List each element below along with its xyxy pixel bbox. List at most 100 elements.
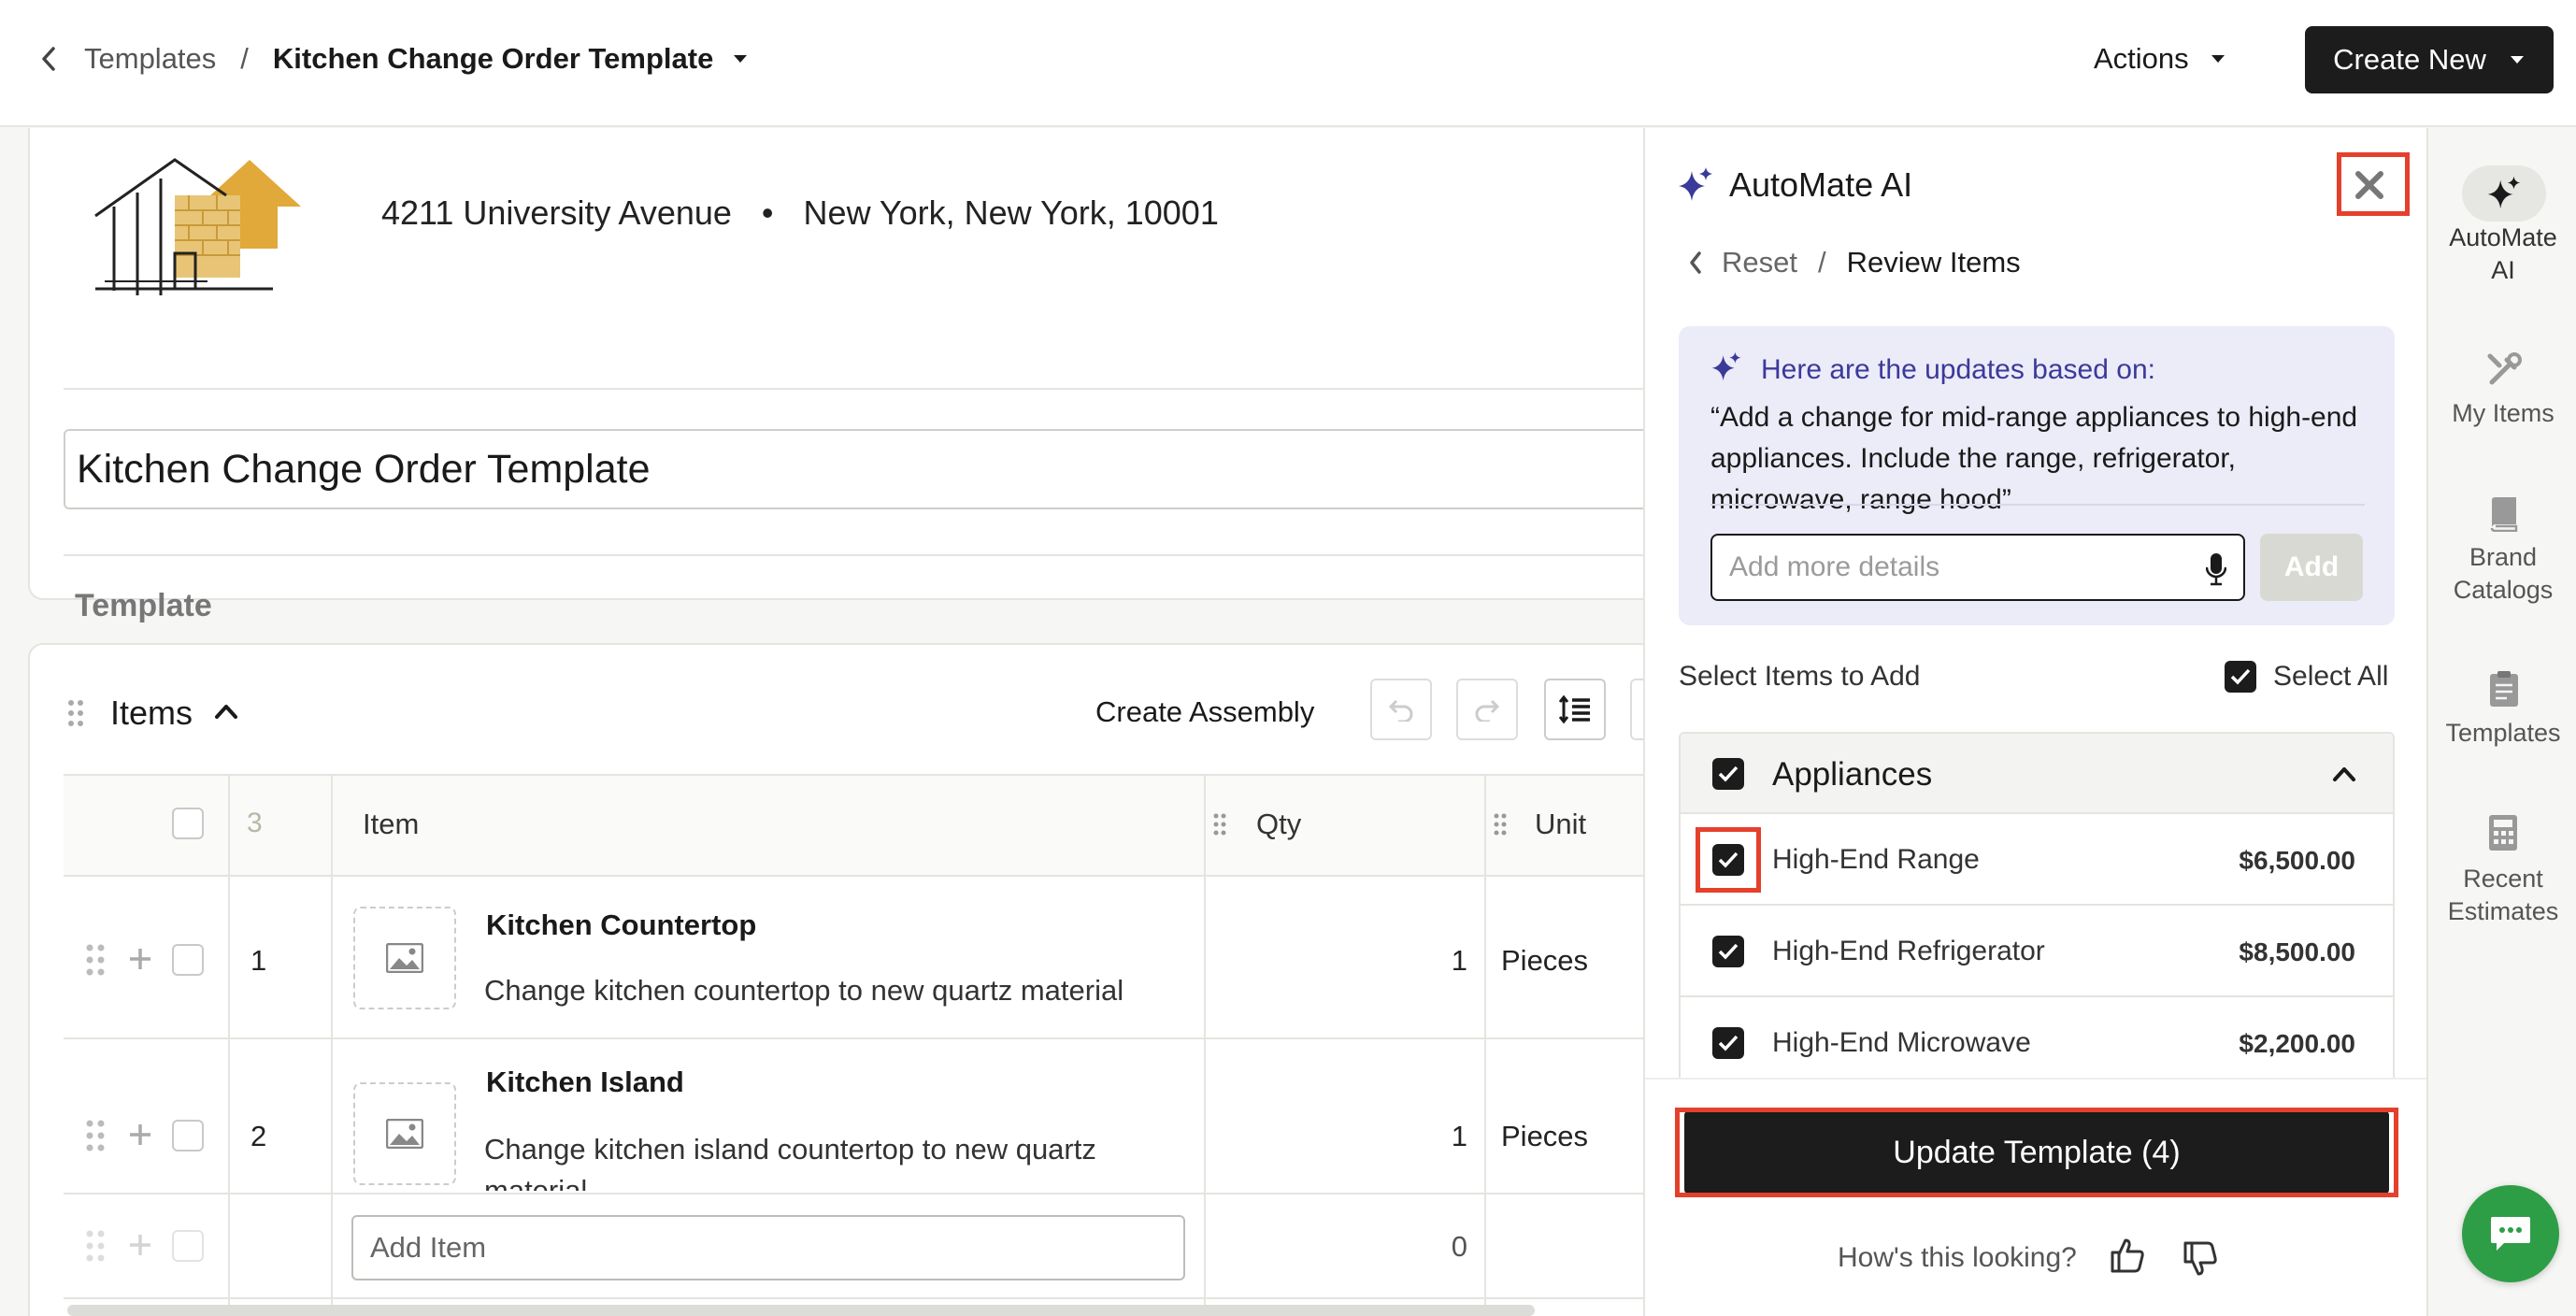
back-chevron-icon[interactable] [1688,250,1703,275]
chat-support-button[interactable] [2462,1185,2559,1282]
add-row-icon[interactable] [127,946,153,972]
column-drag-handle-icon[interactable] [1213,813,1226,836]
row-checkbox [172,1230,204,1262]
drag-handle-icon[interactable] [67,699,84,727]
select-all-rows-checkbox[interactable] [172,808,204,839]
item-name[interactable]: Kitchen Island [486,1066,684,1099]
add-details-placeholder: Add more details [1729,551,1940,582]
thumbs-up-icon[interactable] [2109,1237,2146,1274]
redo-button[interactable] [1456,679,1518,740]
thumbs-down-icon[interactable] [2182,1240,2219,1278]
select-all-label[interactable]: Select All [2273,661,2388,693]
add-item-input[interactable]: Add Item [351,1215,1185,1280]
item-unit[interactable]: Pieces [1501,1120,1588,1153]
row-divider [64,1297,1645,1299]
image-icon [386,943,423,973]
row-drag-handle-icon[interactable] [86,944,105,976]
row-divider [64,1193,1645,1194]
undo-button[interactable] [1370,679,1432,740]
column-header-unit[interactable]: Unit [1535,808,1586,841]
close-highlight [2337,152,2410,216]
chat-icon [2491,1217,2530,1251]
list-item[interactable]: High-End Range $6,500.00 [1681,814,2393,906]
item-unit[interactable]: Pieces [1501,944,1588,978]
rail-label: Recent Estimates [2428,863,2576,928]
checkbox-highlight [1696,827,1761,893]
item-qty[interactable]: 1 [1385,944,1467,978]
template-type-label: Template [75,588,212,623]
image-icon [386,1119,423,1149]
breadcrumb-current: Review Items [1846,246,2021,279]
item-checkbox[interactable] [1712,936,1744,967]
microphone-icon[interactable] [2206,552,2226,586]
add-row-icon[interactable] [127,1122,153,1148]
divider [64,554,1645,556]
row-checkbox[interactable] [172,944,204,976]
panel-title: AutoMate AI [1729,165,1913,204]
update-button-highlight [1675,1108,2398,1197]
breadcrumb-current[interactable]: Kitchen Change Order Template [273,42,713,76]
item-name: High-End Microwave [1772,1027,2031,1058]
street-address: 4211 University Avenue [381,193,732,232]
horizontal-scrollbar[interactable] [67,1305,1535,1316]
row-checkbox[interactable] [172,1120,204,1152]
rail-label-line: AI [2491,256,2515,284]
group-header[interactable]: Appliances [1681,734,2393,814]
item-name[interactable]: Kitchen Countertop [486,908,756,942]
actions-menu-button[interactable]: Actions [2094,0,2226,118]
main-content: 4211 University Avenue • New York, New Y… [0,128,1645,1316]
item-image-placeholder[interactable] [353,907,456,1009]
breadcrumb-templates-link[interactable]: Templates [84,42,216,76]
create-new-button[interactable]: Create New [2305,26,2554,93]
row-drag-handle-icon[interactable] [86,1120,105,1152]
create-assembly-button[interactable]: Create Assembly [1095,695,1314,729]
item-description[interactable]: Change kitchen countertop to new quartz … [484,974,1176,1008]
item-description[interactable]: Change kitchen island countertop to new … [484,1129,1176,1191]
select-all-checkbox[interactable] [2225,661,2256,693]
column-header-item[interactable]: Item [363,808,419,841]
table-header-border [64,875,1645,877]
add-item-qty[interactable]: 0 [1385,1230,1467,1264]
group-checkbox[interactable] [1712,758,1744,790]
template-header-card: 4211 University Avenue • New York, New Y… [28,128,1645,623]
add-details-button[interactable]: Add [2260,534,2363,601]
column-header-qty[interactable]: Qty [1256,808,1301,841]
automate-ai-panel: AutoMate AI Reset / Review Items Here ar… [1643,128,2426,1316]
row-count: 3 [247,808,263,838]
collapse-chevron-icon[interactable] [213,703,239,720]
book-icon [2488,496,2520,532]
item-image-placeholder[interactable] [353,1082,456,1185]
breadcrumb-separator: / [240,42,249,75]
add-details-input[interactable]: Add more details [1710,534,2245,601]
add-row-icon [127,1232,153,1258]
add-button-label: Add [2283,551,2340,582]
sparkle-icon [1710,350,1742,382]
item-price: $6,500.00 [2239,846,2355,875]
column-drag-handle-icon[interactable] [1494,813,1507,836]
rail-label-line: Templates [2445,719,2561,747]
collapse-chevron-icon[interactable] [2331,765,2357,782]
tools-icon [2486,352,2522,388]
rail-label: Brand Catalogs [2428,541,2576,607]
list-item[interactable]: High-End Microwave $2,200.00 [1681,997,2393,1089]
rail-label-line: My Items [2452,399,2555,427]
feedback-prompt: How's this looking? [1838,1242,2077,1273]
item-checkbox[interactable] [1712,1027,1744,1059]
create-new-label: Create New [2333,43,2486,76]
item-name: High-End Refrigerator [1772,936,2045,966]
list-item[interactable]: High-End Refrigerator $8,500.00 [1681,906,2393,997]
items-card: Items Create Assembly 3 Item Qty Unit 1 … [28,643,1645,1316]
reset-link[interactable]: Reset [1722,246,1797,279]
caret-down-icon[interactable] [732,53,749,64]
back-chevron-icon[interactable] [39,45,58,73]
group-name: Appliances [1772,756,1933,793]
rail-label-line: Brand [2469,543,2538,571]
row-height-button[interactable] [1544,679,1606,740]
item-price: $2,200.00 [2239,1029,2355,1058]
item-qty[interactable]: 1 [1385,1120,1467,1153]
rail-label-line: AutoMate [2449,223,2557,251]
divider [64,388,1645,390]
template-title-input[interactable]: Kitchen Change Order Template [64,429,1645,509]
address-bullet: • [761,193,774,232]
right-rail: AutoMate AI My Items Brand Catalogs Temp… [2426,128,2576,1316]
